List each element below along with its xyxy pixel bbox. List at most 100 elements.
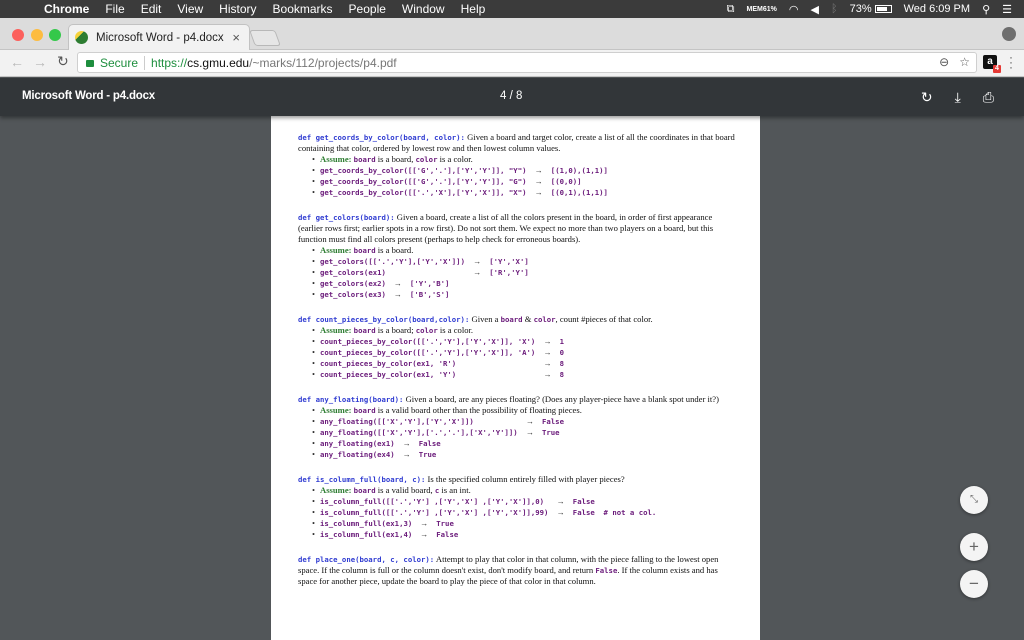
example-item: get_colors(ex1) → ['R','Y'] bbox=[312, 267, 760, 278]
example-result: False bbox=[542, 417, 564, 426]
screen-share-icon[interactable]: ⧉ bbox=[727, 3, 735, 16]
zoom-out-button[interactable]: − bbox=[960, 570, 988, 598]
example-result: ['R','Y'] bbox=[489, 268, 529, 277]
function-description: def is_column_full(board, c): Is the spe… bbox=[298, 474, 738, 485]
function-spec: def is_column_full(board, c): Is the spe… bbox=[298, 474, 760, 540]
function-description: def get_coords_by_color(board, color): G… bbox=[298, 132, 738, 154]
menu-window[interactable]: Window bbox=[402, 2, 445, 16]
window-close-button[interactable] bbox=[12, 29, 24, 41]
window-minimize-button[interactable] bbox=[31, 29, 43, 41]
divider bbox=[144, 55, 146, 70]
arrow-icon: → bbox=[534, 188, 543, 197]
function-spec: def get_colors(board): Given a board, cr… bbox=[298, 212, 760, 300]
tab-close-icon[interactable]: × bbox=[232, 30, 240, 45]
example-result: True bbox=[436, 519, 454, 528]
example-call: is_column_full(ex1,4) bbox=[320, 530, 413, 539]
reload-icon[interactable]: ↻ bbox=[57, 53, 69, 70]
arrow-icon: → bbox=[393, 279, 402, 288]
address-bar[interactable]: Secure https:// cs.gmu.edu /~marks/112/p… bbox=[77, 52, 977, 73]
bookmark-star-icon[interactable]: ☆ bbox=[959, 55, 970, 69]
browser-tab-active[interactable]: Microsoft Word - p4.docx × bbox=[68, 24, 250, 50]
print-icon[interactable]: ⎙ bbox=[983, 89, 994, 106]
example-call: any_floating(ex4) bbox=[320, 450, 395, 459]
wifi-icon[interactable]: ◠ bbox=[789, 3, 799, 16]
chrome-menu-icon[interactable]: · · · bbox=[1009, 51, 1013, 73]
mem-label: MEM bbox=[746, 5, 763, 13]
spotlight-search-icon[interactable]: ⚲ bbox=[982, 3, 990, 16]
example-call: get_colors(ex3) bbox=[320, 290, 386, 299]
example-call: get_colors(ex1) bbox=[320, 268, 386, 277]
menu-bookmarks[interactable]: Bookmarks bbox=[273, 2, 333, 16]
forward-arrow-icon[interactable]: → bbox=[33, 54, 47, 70]
clock[interactable]: Wed 6:09 PM bbox=[904, 3, 970, 15]
assume-label: Assume: bbox=[320, 485, 354, 495]
menu-view[interactable]: View bbox=[177, 2, 203, 16]
example-item: get_coords_by_color([['G','.'],['Y','Y']… bbox=[312, 165, 760, 176]
fit-to-page-icon: ⤡ bbox=[970, 494, 978, 505]
macos-menu-bar: Chrome File Edit View History Bookmarks … bbox=[0, 0, 1024, 18]
new-tab-button[interactable] bbox=[249, 30, 281, 46]
pdf-document-title: Microsoft Word - p4.docx bbox=[22, 90, 155, 102]
function-spec: def count_pieces_by_color(board,color): … bbox=[298, 314, 760, 380]
example-call: count_pieces_by_color(ex1, 'Y') bbox=[320, 370, 457, 379]
example-call: get_coords_by_color([['G','.'],['Y','Y']… bbox=[320, 177, 527, 186]
menu-edit[interactable]: Edit bbox=[141, 2, 162, 16]
example-result: 0 bbox=[559, 348, 564, 357]
description-text: Given a board, are any pieces floating? … bbox=[403, 394, 719, 404]
rotate-icon[interactable]: ↻ bbox=[921, 89, 933, 106]
window-maximize-button[interactable] bbox=[49, 29, 61, 41]
fit-to-page-button[interactable]: ⤡ bbox=[960, 486, 988, 514]
function-spec: def place_one(board, c, color): Attempt … bbox=[298, 554, 760, 587]
pdf-page: def get_coords_by_color(board, color): G… bbox=[271, 116, 760, 640]
examples-list: Assume: board is a valid board, c is an … bbox=[312, 485, 760, 540]
assume-label: Assume: bbox=[320, 154, 354, 164]
text-run: Given a bbox=[469, 314, 501, 324]
download-icon[interactable]: ⤓ bbox=[955, 89, 961, 106]
arrow-icon: → bbox=[543, 348, 552, 357]
example-call: get_colors(ex2) bbox=[320, 279, 386, 288]
function-description: def any_floating(board): Given a board, … bbox=[298, 394, 738, 405]
assume-label: Assume: bbox=[320, 405, 354, 415]
menu-file[interactable]: File bbox=[105, 2, 124, 16]
amazon-extension-icon[interactable]: a 4 bbox=[983, 55, 1001, 73]
status-area: ⧉ MEM 61% ◠ ◀ ᛒ 73% Wed 6:09 PM ⚲ ☰ bbox=[727, 0, 1024, 18]
battery-indicator[interactable]: 73% bbox=[850, 3, 892, 15]
url-path: /~marks/112/projects/p4.pdf bbox=[249, 55, 397, 70]
example-result: True bbox=[418, 450, 437, 459]
url-scheme: https:// bbox=[151, 55, 188, 70]
back-arrow-icon[interactable]: ← bbox=[10, 54, 24, 70]
profile-avatar-icon[interactable] bbox=[1002, 27, 1016, 41]
pdf-page-indicator[interactable]: 4 / 8 bbox=[500, 90, 522, 102]
mem-value: 61% bbox=[762, 5, 777, 13]
text-run: is an int. bbox=[439, 485, 471, 495]
example-call: is_column_full(ex1,3) bbox=[320, 519, 413, 528]
inline-code: board bbox=[353, 486, 376, 495]
zoom-in-button[interactable]: + bbox=[960, 533, 988, 561]
zoom-out-magnifier-icon[interactable]: ⊖ bbox=[939, 55, 949, 69]
bluetooth-icon[interactable]: ᛒ bbox=[831, 3, 838, 15]
example-result: False bbox=[436, 530, 459, 539]
example-item: any_floating(ex4) → True bbox=[312, 449, 760, 460]
arrow-icon: → bbox=[393, 290, 402, 299]
function-signature: def count_pieces_by_color(board,color): bbox=[298, 315, 470, 324]
example-item: get_coords_by_color([['G','.'],['Y','Y']… bbox=[312, 176, 760, 187]
lock-icon[interactable] bbox=[86, 60, 94, 67]
secure-label[interactable]: Secure bbox=[100, 56, 138, 70]
inline-code: color bbox=[533, 315, 556, 324]
example-item: get_coords_by_color([['.','X'],['Y','X']… bbox=[312, 187, 760, 198]
pdf-viewer-toolbar: Microsoft Word - p4.docx 4 / 8 ↻ ⤓ ⎙ bbox=[0, 78, 1024, 116]
description-text: Is the specified column entirely filled … bbox=[425, 474, 625, 484]
menu-history[interactable]: History bbox=[219, 2, 256, 16]
menu-help[interactable]: Help bbox=[461, 2, 486, 16]
text-run: is a board; bbox=[375, 325, 416, 335]
menu-people[interactable]: People bbox=[349, 2, 386, 16]
memory-indicator[interactable]: MEM 61% bbox=[747, 6, 777, 13]
volume-icon[interactable]: ◀ bbox=[811, 3, 819, 16]
examples-list: Assume: board is a board; color is a col… bbox=[312, 325, 760, 380]
menu-chrome[interactable]: Chrome bbox=[44, 2, 89, 16]
example-item: count_pieces_by_color(ex1, 'R') → 8 bbox=[312, 358, 760, 369]
example-result: False bbox=[418, 439, 441, 448]
notification-center-icon[interactable]: ☰ bbox=[1002, 3, 1012, 16]
arrow-icon: → bbox=[420, 530, 429, 539]
example-result: 8 bbox=[559, 359, 564, 368]
